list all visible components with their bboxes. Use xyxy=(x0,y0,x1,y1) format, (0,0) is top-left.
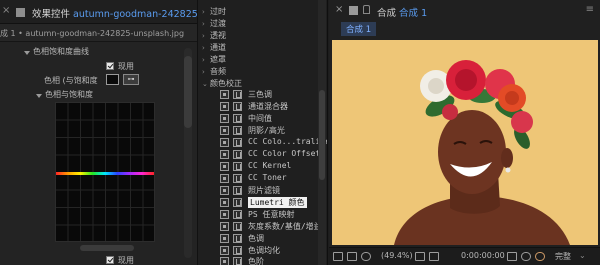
effects-scrollbar[interactable] xyxy=(319,90,325,180)
category-item[interactable]: › 通道 xyxy=(202,42,226,53)
composition-panel: × 合成 合成 1 ≡ 合成 1 (49.4%) 0:00:00:00 完整 ⌄ xyxy=(329,0,600,265)
gpu-effect-icon xyxy=(233,186,242,195)
effect-controls-panel: × 效果控件 autumn-goodman-242825-u 成 1 • aut… xyxy=(0,0,198,265)
effect-icon xyxy=(220,234,229,243)
chevron-right-icon: › xyxy=(202,56,205,64)
effect-icon xyxy=(220,186,229,195)
comp-tab[interactable]: 合成 1 xyxy=(341,22,377,36)
gpu-effect-icon xyxy=(233,126,242,135)
effect-icon xyxy=(220,90,229,99)
layer-breadcrumb: 成 1 • autumn-goodman-242825-unsplash.jpg xyxy=(0,24,197,42)
tab-prefix: 合成 xyxy=(377,8,397,19)
effect-icon xyxy=(220,138,229,147)
effect-icon xyxy=(220,102,229,111)
effect-icon xyxy=(220,162,229,171)
gpu-effect-icon xyxy=(233,138,242,147)
mask-visibility-icon[interactable] xyxy=(361,252,371,261)
section-triangle-icon[interactable] xyxy=(36,94,42,98)
effect-name: 色相饱和度曲线 xyxy=(33,47,89,56)
effect-icon xyxy=(220,150,229,159)
category-item[interactable]: › 过时 xyxy=(202,6,226,17)
tab-title-prefix: 效果控件 xyxy=(32,9,71,20)
panel-color-chip-icon xyxy=(349,6,358,15)
chevron-down-icon[interactable]: ⌄ xyxy=(579,251,586,260)
camera-snapshot-icon[interactable] xyxy=(507,252,517,261)
gpu-effect-icon xyxy=(233,90,242,99)
effect-icon xyxy=(220,257,229,265)
composition-viewer[interactable] xyxy=(332,40,598,245)
category-item[interactable]: › 过渡 xyxy=(202,18,226,29)
panel-color-chip-icon xyxy=(16,8,25,17)
chevron-right-icon: › xyxy=(202,44,205,52)
gpu-effect-icon xyxy=(233,246,242,255)
horizontal-scrollbar[interactable] xyxy=(80,245,134,251)
resolution-select[interactable]: 完整 xyxy=(555,251,571,262)
gpu-effect-icon xyxy=(233,257,242,265)
collapse-triangle-icon[interactable] xyxy=(24,51,30,55)
color-channel-icon[interactable] xyxy=(535,252,545,261)
always-preview-icon[interactable] xyxy=(333,252,343,261)
gpu-effect-icon xyxy=(233,174,242,183)
effect-controls-tab-title[interactable]: 效果控件 autumn-goodman-242825-u xyxy=(32,6,198,20)
effects-presets-panel: › 过时 › 过渡 › 透视 › 通道 › 遮罩 › 音频 ⌄ 颜色校正 三色调 通道混合器 … xyxy=(198,0,328,265)
region-of-interest-icon[interactable] xyxy=(429,252,439,261)
gpu-effect-icon xyxy=(233,234,242,243)
effect-icon xyxy=(220,198,229,207)
gpu-effect-icon xyxy=(233,150,242,159)
category-item-expanded[interactable]: ⌄ 颜色校正 xyxy=(202,78,242,89)
effect-icon xyxy=(220,114,229,123)
chevron-right-icon: › xyxy=(202,20,205,28)
color-channel-label: 色相 (与饱和度 xyxy=(44,76,98,85)
composition-tabbar: × 合成 合成 1 ≡ xyxy=(329,0,600,20)
show-snapshot-icon[interactable] xyxy=(521,252,531,261)
timecode[interactable]: 0:00:00:00 xyxy=(461,251,505,260)
effect-icon xyxy=(220,174,229,183)
gpu-effect-icon xyxy=(233,222,242,231)
composition-tab-title[interactable]: 合成 合成 1 xyxy=(377,5,427,19)
preview-image xyxy=(332,40,598,245)
bottom-enable-label: 现用 xyxy=(118,256,134,265)
grid-icon[interactable] xyxy=(415,252,425,261)
vertical-scrollbar[interactable] xyxy=(184,56,192,128)
gpu-effect-icon xyxy=(233,198,242,207)
chevron-right-icon: › xyxy=(202,68,205,76)
effect-icon xyxy=(220,126,229,135)
chevron-right-icon: › xyxy=(202,8,205,16)
gpu-effect-icon xyxy=(233,114,242,123)
category-item[interactable]: › 遮罩 xyxy=(202,54,226,65)
effect-icon xyxy=(220,246,229,255)
monitor-icon[interactable] xyxy=(347,252,357,261)
enable-checkbox[interactable] xyxy=(106,62,114,70)
section-label: 色相与饱和度 xyxy=(45,90,93,99)
eyedropper-icon[interactable]: ⊶ xyxy=(123,74,139,85)
bottom-enable-checkbox[interactable] xyxy=(106,256,114,264)
gpu-effect-icon xyxy=(233,102,242,111)
hue-spectrum-curve[interactable] xyxy=(56,172,154,175)
category-item[interactable]: › 音频 xyxy=(202,66,226,77)
effect-icon xyxy=(220,210,229,219)
effect-controls-tabbar: × 效果控件 autumn-goodman-242825-u xyxy=(0,0,197,24)
close-icon[interactable]: × xyxy=(2,6,12,16)
color-swatch[interactable] xyxy=(106,74,119,85)
effect-icon xyxy=(220,222,229,231)
tab-title-file: autumn-goodman-242825-u xyxy=(73,9,198,20)
lock-icon[interactable] xyxy=(363,5,370,14)
panel-menu-icon[interactable]: ≡ xyxy=(586,4,594,15)
gpu-effect-icon xyxy=(233,210,242,219)
gpu-effect-icon xyxy=(233,162,242,171)
tab-comp-name: 合成 1 xyxy=(399,8,428,19)
close-icon[interactable]: × xyxy=(335,5,343,15)
enable-label: 现用 xyxy=(118,62,134,71)
layer-breadcrumb-text: 成 1 • autumn-goodman-242825-unsplash.jpg xyxy=(0,29,185,38)
chevron-down-icon: ⌄ xyxy=(202,80,208,88)
chevron-right-icon: › xyxy=(202,32,205,40)
category-item[interactable]: › 透视 xyxy=(202,30,226,41)
viewer-bottom-toolbar: (49.4%) 0:00:00:00 完整 ⌄ xyxy=(329,247,600,265)
zoom-level[interactable]: (49.4%) xyxy=(381,251,413,260)
hue-saturation-curve-graph[interactable] xyxy=(55,102,155,242)
